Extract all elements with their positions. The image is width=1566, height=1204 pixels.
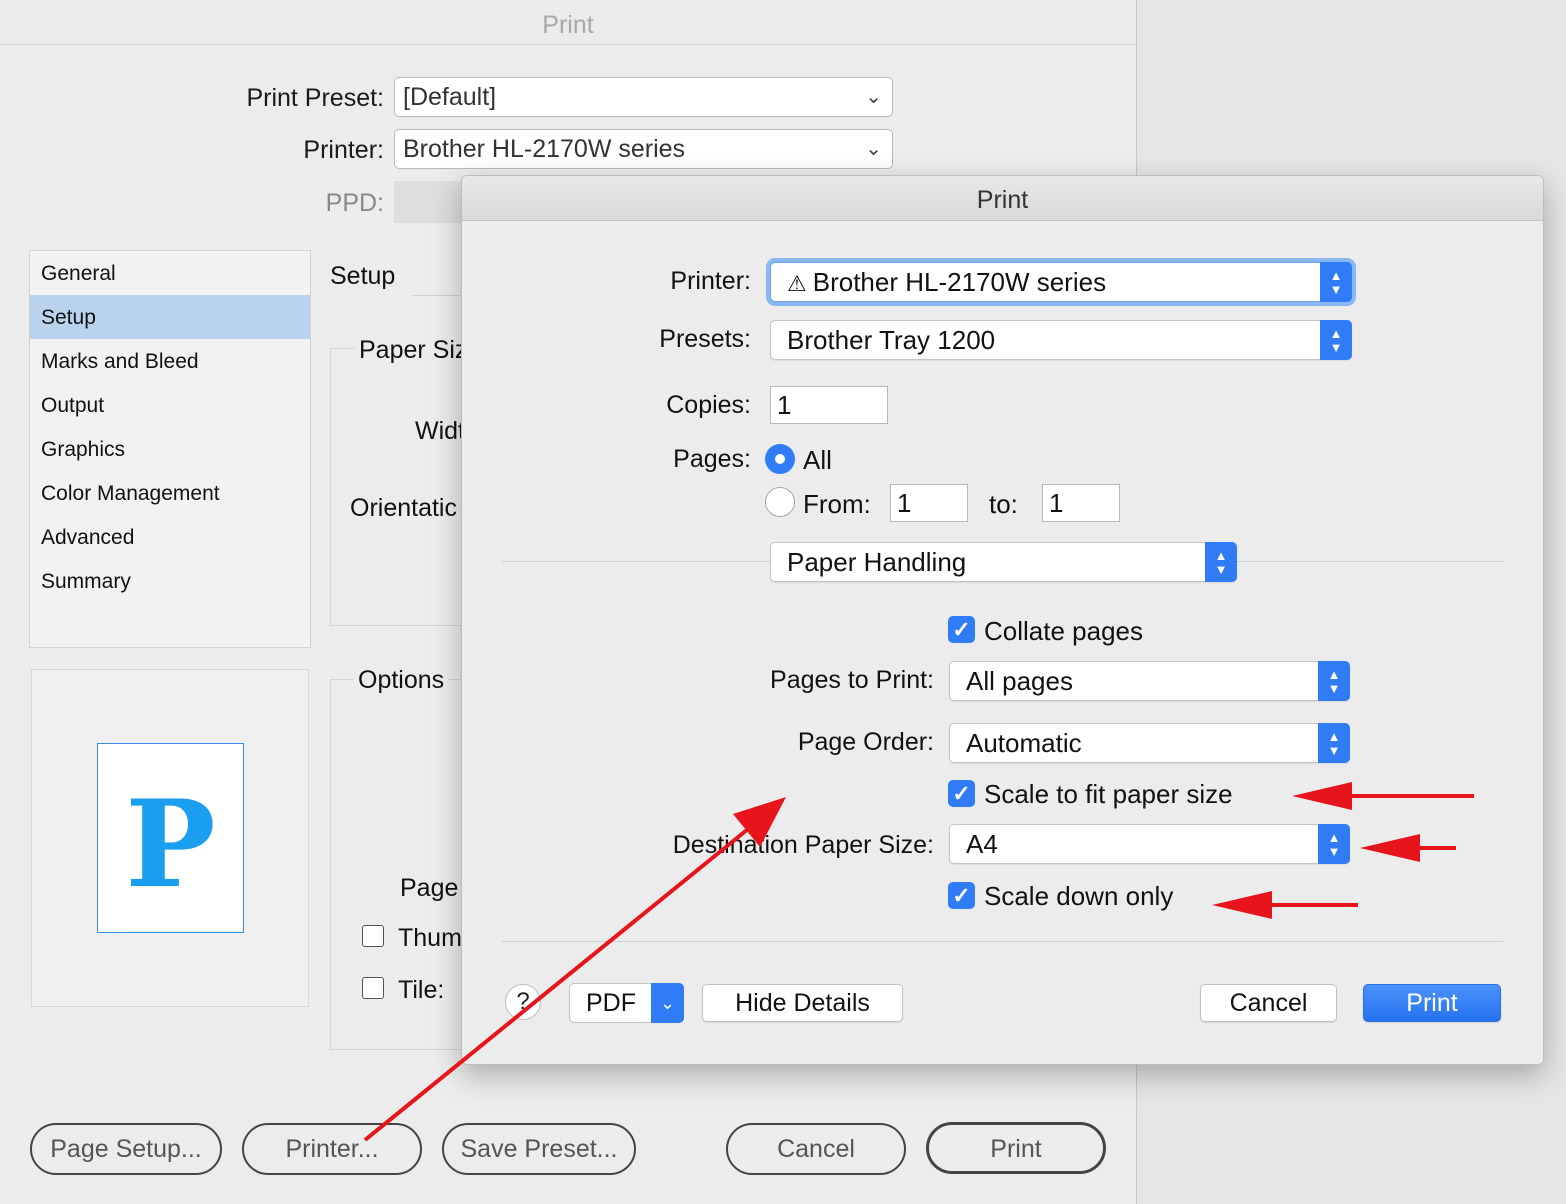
setup-section-title: Setup xyxy=(330,262,396,290)
page-setup-button[interactable]: Page Setup... xyxy=(30,1123,222,1175)
dest-paper-size-value: A4 xyxy=(966,829,998,859)
pages-to-print-value: All pages xyxy=(966,666,1073,696)
page-order-label: Page Order: xyxy=(797,728,934,756)
collate-checkbox[interactable]: ✓ xyxy=(948,616,975,643)
pages-all-radio[interactable] xyxy=(765,444,795,474)
updown-chevron-icon: ▲ ▼ xyxy=(1318,723,1350,763)
sidebar-item-general[interactable]: General xyxy=(30,251,310,295)
fg-print-button[interactable]: Print xyxy=(1363,984,1501,1022)
sidebar-item-marks-and-bleed[interactable]: Marks and Bleed xyxy=(30,339,310,383)
sidebar-item-setup[interactable]: Setup xyxy=(30,295,310,339)
background-dialog-title: Print xyxy=(0,0,1136,45)
scale-to-fit-label: Scale to fit paper size xyxy=(984,779,1233,809)
collate-label: Collate pages xyxy=(984,616,1143,646)
pages-label: Pages: xyxy=(673,445,751,473)
help-button[interactable]: ? xyxy=(505,984,541,1020)
panel-popup[interactable]: Paper Handling ▲ ▼ xyxy=(770,542,1237,582)
options-label: Options xyxy=(354,666,449,695)
bg-cancel-button[interactable]: Cancel xyxy=(726,1123,906,1175)
print-preset-select[interactable]: [Default] ⌄ xyxy=(394,77,893,117)
chevron-down-icon: ⌄ xyxy=(865,86,882,108)
preview-glyph: P xyxy=(125,774,216,915)
chevron-down-icon: ⌄ xyxy=(865,138,882,160)
updown-chevron-icon: ▲ ▼ xyxy=(1320,320,1352,360)
page-order-value: Automatic xyxy=(966,728,1082,758)
scale-down-only-label: Scale down only xyxy=(984,881,1174,911)
print-preset-value: [Default] xyxy=(403,83,497,111)
updown-chevron-icon: ▲ ▼ xyxy=(1320,262,1352,302)
thumbnails-label: Thum xyxy=(398,924,462,952)
print-preset-label: Print Preset: xyxy=(246,84,384,112)
copies-label: Copies: xyxy=(666,391,751,419)
updown-chevron-icon: ▲ ▼ xyxy=(1318,824,1350,864)
bg-printer-select[interactable]: Brother HL-2170W series ⌄ xyxy=(394,129,893,169)
bg-print-button[interactable]: Print xyxy=(926,1122,1106,1174)
hide-details-button[interactable]: Hide Details xyxy=(702,984,903,1022)
footer-separator xyxy=(502,941,1503,942)
sidebar-item-summary[interactable]: Summary xyxy=(30,559,310,603)
fg-printer-value: Brother HL-2170W series xyxy=(812,267,1107,297)
preview-page: P xyxy=(97,743,244,933)
thumbnails-checkbox[interactable] xyxy=(362,925,384,947)
sidebar-item-color-management[interactable]: Color Management xyxy=(30,471,310,515)
macos-print-dialog: Print Printer: ⚠ Brother HL-2170W series … xyxy=(461,175,1544,1065)
ppd-label: PPD: xyxy=(325,189,384,217)
pages-to-field[interactable]: 1 xyxy=(1042,484,1120,522)
sidebar-item-graphics[interactable]: Graphics xyxy=(30,427,310,471)
bg-printer-value: Brother HL-2170W series xyxy=(403,135,686,163)
updown-chevron-icon: ▲ ▼ xyxy=(1205,542,1237,582)
paper-size-label: Paper Siz xyxy=(355,336,472,365)
presets-popup[interactable]: Brother Tray 1200 ▲ ▼ xyxy=(770,320,1352,360)
dest-paper-size-popup[interactable]: A4 ▲ ▼ xyxy=(949,824,1350,864)
bg-printer-label: Printer: xyxy=(303,136,384,164)
sidebar-item-output[interactable]: Output xyxy=(30,383,310,427)
pdf-label: PDF xyxy=(586,989,636,1017)
pages-to-print-popup[interactable]: All pages ▲ ▼ xyxy=(949,661,1350,701)
fg-dialog-title: Print xyxy=(462,176,1543,221)
pages-from-field[interactable]: 1 xyxy=(890,484,968,522)
pages-to-label: to: xyxy=(989,489,1018,519)
print-categories-sidebar: General Setup Marks and Bleed Output Gra… xyxy=(29,250,311,648)
copies-field[interactable]: 1 xyxy=(770,386,888,424)
panel-value: Paper Handling xyxy=(787,547,967,577)
presets-label: Presets: xyxy=(659,325,751,353)
fg-printer-label: Printer: xyxy=(670,267,751,295)
scale-to-fit-checkbox[interactable]: ✓ xyxy=(948,780,975,807)
tile-checkbox[interactable] xyxy=(362,977,384,999)
pages-all-label: All xyxy=(803,445,832,475)
page-order-popup[interactable]: Automatic ▲ ▼ xyxy=(949,723,1350,763)
presets-value: Brother Tray 1200 xyxy=(787,325,996,355)
fg-cancel-button[interactable]: Cancel xyxy=(1200,984,1337,1022)
orientation-label: Orientatic xyxy=(350,494,457,522)
pages-to-print-label: Pages to Print: xyxy=(770,666,934,694)
sidebar-item-advanced[interactable]: Advanced xyxy=(30,515,310,559)
chevron-down-icon: ⌄ xyxy=(651,983,684,1023)
updown-chevron-icon: ▲ ▼ xyxy=(1318,661,1350,701)
panel-separator-left xyxy=(502,561,770,562)
pdf-menu-button[interactable]: PDF ⌄ xyxy=(569,983,684,1023)
tile-label: Tile: xyxy=(398,976,445,1004)
width-label: Widt xyxy=(415,417,465,445)
pages-from-radio[interactable] xyxy=(765,487,795,517)
save-preset-button[interactable]: Save Preset... xyxy=(442,1123,636,1175)
fg-printer-popup[interactable]: ⚠ Brother HL-2170W series ▲ ▼ xyxy=(770,262,1352,302)
warning-triangle-icon: ⚠ xyxy=(787,271,807,296)
print-preview-pane: P xyxy=(31,669,309,1007)
printer-button[interactable]: Printer... xyxy=(242,1123,422,1175)
page-label: Page xyxy=(400,874,459,902)
scale-down-only-checkbox[interactable]: ✓ xyxy=(948,882,975,909)
pages-from-label: From: xyxy=(803,489,871,519)
dest-paper-size-label: Destination Paper Size: xyxy=(672,831,934,859)
panel-separator-right xyxy=(1237,561,1503,562)
